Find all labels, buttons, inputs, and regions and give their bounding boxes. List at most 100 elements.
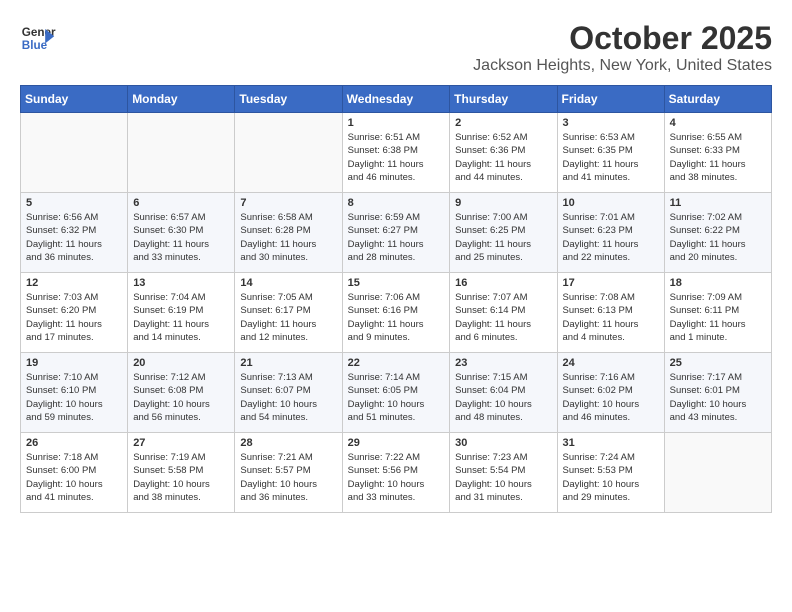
day-info-28: Sunrise: 7:21 AM Sunset: 5:57 PM Dayligh…: [240, 451, 336, 504]
page-header: General Blue October 2025 Jackson Height…: [20, 20, 772, 75]
day-number-17: 17: [563, 277, 659, 289]
day-cell-9: 9 Sunrise: 7:00 AM Sunset: 6:25 PM Daylig…: [450, 193, 557, 273]
week-row-4: 19Sunrise: 7:10 AM Sunset: 6:10 PM Dayli…: [21, 353, 772, 433]
day-info-24: Sunrise: 7:16 AM Sunset: 6:02 PM Dayligh…: [563, 371, 659, 424]
day-cell-23: 23 Sunrise: 7:15 AM Sunset: 6:04 PM Dayli…: [450, 353, 557, 433]
day-number-2: 2: [455, 117, 551, 129]
day-cell-16: 16Sunrise: 7:07 AM Sunset: 6:14 PM Dayli…: [450, 273, 557, 353]
day-cell-4: 4 Sunrise: 6:55 AM Sunset: 6:33 PM Daylig…: [664, 113, 771, 193]
day-info-29: Sunrise: 7:22 AM Sunset: 5:56 PM Dayligh…: [348, 451, 445, 504]
week-row-5: 26Sunrise: 7:18 AM Sunset: 6:00 PM Dayli…: [21, 433, 772, 513]
day-cell-28: 28 Sunrise: 7:21 AM Sunset: 5:57 PM Dayli…: [235, 433, 342, 513]
day-info-3: Sunrise: 6:53 AM Sunset: 6:35 PM Dayligh…: [563, 131, 659, 184]
day-info-25: Sunrise: 7:17 AM Sunset: 6:01 PM Dayligh…: [670, 371, 766, 424]
day-number-15: 15: [348, 277, 445, 289]
day-number-31: 31: [563, 437, 659, 449]
empty-cell: [664, 433, 771, 513]
day-number-11: 11: [670, 197, 766, 209]
week-row-1: 1Sunrise: 6:51 AM Sunset: 6:38 PM Daylig…: [21, 113, 772, 193]
day-info-31: Sunrise: 7:24 AM Sunset: 5:53 PM Dayligh…: [563, 451, 659, 504]
day-cell-5: 5Sunrise: 6:56 AM Sunset: 6:32 PM Daylig…: [21, 193, 128, 273]
day-number-26: 26: [26, 437, 122, 449]
weekday-header-tuesday: Tuesday: [235, 86, 342, 113]
day-info-1: Sunrise: 6:51 AM Sunset: 6:38 PM Dayligh…: [348, 131, 445, 184]
location: Jackson Heights, New York, United States: [473, 57, 772, 75]
day-info-22: Sunrise: 7:14 AM Sunset: 6:05 PM Dayligh…: [348, 371, 445, 424]
day-number-25: 25: [670, 357, 766, 369]
day-info-11: Sunrise: 7:02 AM Sunset: 6:22 PM Dayligh…: [670, 211, 766, 264]
day-number-20: 20: [133, 357, 229, 369]
day-cell-12: 12 Sunrise: 7:03 AM Sunset: 6:20 PM Dayli…: [21, 273, 128, 353]
empty-cell: [128, 113, 235, 193]
day-cell-22: 22 Sunrise: 7:14 AM Sunset: 6:05 PM Dayli…: [342, 353, 450, 433]
day-cell-14: 14 Sunrise: 7:05 AM Sunset: 6:17 PM Dayli…: [235, 273, 342, 353]
weekday-header-wednesday: Wednesday: [342, 86, 450, 113]
weekday-header-monday: Monday: [128, 86, 235, 113]
day-cell-1: 1Sunrise: 6:51 AM Sunset: 6:38 PM Daylig…: [342, 113, 450, 193]
day-info-4: Sunrise: 6:55 AM Sunset: 6:33 PM Dayligh…: [670, 131, 766, 184]
day-number-13: 13: [133, 277, 229, 289]
day-cell-10: 10 Sunrise: 7:01 AM Sunset: 6:23 PM Dayli…: [557, 193, 664, 273]
title-block: October 2025 Jackson Heights, New York, …: [473, 20, 772, 75]
day-number-12: 12: [26, 277, 122, 289]
day-info-8: Sunrise: 6:59 AM Sunset: 6:27 PM Dayligh…: [348, 211, 445, 264]
day-cell-3: 3 Sunrise: 6:53 AM Sunset: 6:35 PM Daylig…: [557, 113, 664, 193]
day-info-13: Sunrise: 7:04 AM Sunset: 6:19 PM Dayligh…: [133, 291, 229, 344]
day-number-3: 3: [563, 117, 659, 129]
day-number-16: 16: [455, 277, 551, 289]
day-info-14: Sunrise: 7:05 AM Sunset: 6:17 PM Dayligh…: [240, 291, 336, 344]
weekday-header-sunday: Sunday: [21, 86, 128, 113]
day-number-30: 30: [455, 437, 551, 449]
day-cell-13: 13 Sunrise: 7:04 AM Sunset: 6:19 PM Dayli…: [128, 273, 235, 353]
weekday-header-thursday: Thursday: [450, 86, 557, 113]
day-cell-27: 27Sunrise: 7:19 AM Sunset: 5:58 PM Dayli…: [128, 433, 235, 513]
logo-icon: General Blue: [20, 20, 56, 56]
day-number-24: 24: [563, 357, 659, 369]
day-info-2: Sunrise: 6:52 AM Sunset: 6:36 PM Dayligh…: [455, 131, 551, 184]
day-number-14: 14: [240, 277, 336, 289]
day-number-5: 5: [26, 197, 122, 209]
day-number-7: 7: [240, 197, 336, 209]
day-number-9: 9: [455, 197, 551, 209]
weekday-header-friday: Friday: [557, 86, 664, 113]
day-info-21: Sunrise: 7:13 AM Sunset: 6:07 PM Dayligh…: [240, 371, 336, 424]
weekday-header-saturday: Saturday: [664, 86, 771, 113]
day-info-19: Sunrise: 7:10 AM Sunset: 6:10 PM Dayligh…: [26, 371, 122, 424]
day-cell-31: 31 Sunrise: 7:24 AM Sunset: 5:53 PM Dayli…: [557, 433, 664, 513]
day-number-29: 29: [348, 437, 445, 449]
day-info-30: Sunrise: 7:23 AM Sunset: 5:54 PM Dayligh…: [455, 451, 551, 504]
day-info-6: Sunrise: 6:57 AM Sunset: 6:30 PM Dayligh…: [133, 211, 229, 264]
weekday-header-row: SundayMondayTuesdayWednesdayThursdayFrid…: [21, 86, 772, 113]
day-cell-20: 20 Sunrise: 7:12 AM Sunset: 6:08 PM Dayli…: [128, 353, 235, 433]
empty-cell: [235, 113, 342, 193]
day-cell-25: 25 Sunrise: 7:17 AM Sunset: 6:01 PM Dayli…: [664, 353, 771, 433]
day-number-4: 4: [670, 117, 766, 129]
day-cell-7: 7 Sunrise: 6:58 AM Sunset: 6:28 PM Daylig…: [235, 193, 342, 273]
day-cell-6: 6Sunrise: 6:57 AM Sunset: 6:30 PM Daylig…: [128, 193, 235, 273]
day-cell-2: 2 Sunrise: 6:52 AM Sunset: 6:36 PM Daylig…: [450, 113, 557, 193]
day-info-10: Sunrise: 7:01 AM Sunset: 6:23 PM Dayligh…: [563, 211, 659, 264]
calendar: SundayMondayTuesdayWednesdayThursdayFrid…: [20, 85, 772, 513]
day-cell-18: 18Sunrise: 7:09 AM Sunset: 6:11 PM Dayli…: [664, 273, 771, 353]
day-info-15: Sunrise: 7:06 AM Sunset: 6:16 PM Dayligh…: [348, 291, 445, 344]
day-cell-17: 17 Sunrise: 7:08 AM Sunset: 6:13 PM Dayli…: [557, 273, 664, 353]
svg-text:Blue: Blue: [22, 39, 48, 52]
day-info-12: Sunrise: 7:03 AM Sunset: 6:20 PM Dayligh…: [26, 291, 122, 344]
week-row-3: 12 Sunrise: 7:03 AM Sunset: 6:20 PM Dayli…: [21, 273, 772, 353]
day-number-10: 10: [563, 197, 659, 209]
month-title: October 2025: [473, 20, 772, 57]
day-number-8: 8: [348, 197, 445, 209]
day-info-9: Sunrise: 7:00 AM Sunset: 6:25 PM Dayligh…: [455, 211, 551, 264]
day-cell-30: 30 Sunrise: 7:23 AM Sunset: 5:54 PM Dayli…: [450, 433, 557, 513]
day-info-18: Sunrise: 7:09 AM Sunset: 6:11 PM Dayligh…: [670, 291, 766, 344]
week-row-2: 5Sunrise: 6:56 AM Sunset: 6:32 PM Daylig…: [21, 193, 772, 273]
day-number-22: 22: [348, 357, 445, 369]
day-info-17: Sunrise: 7:08 AM Sunset: 6:13 PM Dayligh…: [563, 291, 659, 344]
day-cell-15: 15 Sunrise: 7:06 AM Sunset: 6:16 PM Dayli…: [342, 273, 450, 353]
day-number-21: 21: [240, 357, 336, 369]
day-info-20: Sunrise: 7:12 AM Sunset: 6:08 PM Dayligh…: [133, 371, 229, 424]
day-number-23: 23: [455, 357, 551, 369]
day-info-23: Sunrise: 7:15 AM Sunset: 6:04 PM Dayligh…: [455, 371, 551, 424]
day-number-28: 28: [240, 437, 336, 449]
day-info-7: Sunrise: 6:58 AM Sunset: 6:28 PM Dayligh…: [240, 211, 336, 264]
